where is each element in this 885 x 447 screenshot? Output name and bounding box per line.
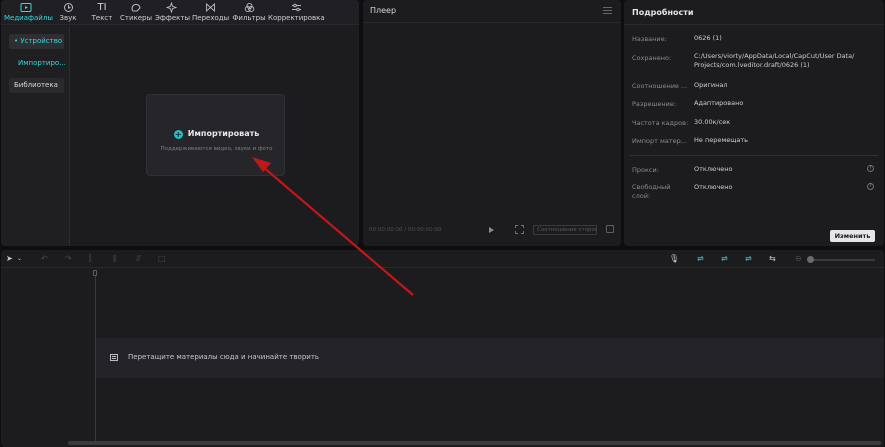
effects-icon <box>166 2 177 13</box>
detail-label: Свободный слой: <box>632 183 671 200</box>
detail-value-path: C:/Users/viorty/AppData/Local/CapCut/Use… <box>694 52 855 69</box>
detail-value-resolution: Адаптировано <box>694 99 744 107</box>
import-title: Импортировать <box>187 129 260 138</box>
player-title: Плеер <box>370 6 397 15</box>
timeline-panel: ➤ ⌄ ↶ ↷ ⫿ ⫼ ⫻ □ 🎙 ⇌ ⇌ ⇌ ⇆ ⊖ Перетащите м… <box>1 250 884 447</box>
divider <box>624 24 884 25</box>
tab-filters[interactable]: Фильтры <box>232 2 266 24</box>
detail-value-free-layer: Отключено <box>694 183 733 191</box>
detail-label: Название: <box>632 35 667 43</box>
menu-icon[interactable] <box>603 7 612 14</box>
media-panel: Медиафайлы Звук TI Текст Стикеры Эффекты… <box>1 0 359 246</box>
info-icon[interactable]: ? <box>867 165 874 172</box>
detail-value-framerate: 30.00к/сек <box>694 118 731 126</box>
divider <box>363 22 621 23</box>
text-icon: TI <box>97 2 107 13</box>
detail-label: Сохранено: <box>632 54 672 62</box>
tab-text[interactable]: TI Текст <box>90 2 114 24</box>
import-subtitle: Поддерживаются видео, звуки и фото <box>160 146 273 152</box>
zoom-handle[interactable] <box>807 256 814 263</box>
tab-stickers[interactable]: Стикеры <box>120 2 152 24</box>
link-icon[interactable]: ⇌ <box>745 255 752 263</box>
media-sidebar: • Устройство Импортиро... Библиотека <box>1 26 70 246</box>
transitions-icon <box>205 3 215 12</box>
player-panel: Плеер 00:00:00:00 / 00:00:00:00 Соотноше… <box>363 0 621 246</box>
edit-button[interactable]: Изменить <box>830 230 875 242</box>
media-icon <box>20 3 32 12</box>
sidebar-item-library[interactable]: Библиотека <box>9 78 64 93</box>
play-icon[interactable] <box>489 227 494 233</box>
detail-label: Прокси: <box>632 166 659 174</box>
detail-value-import: Не перемещать <box>694 136 748 144</box>
tab-transitions[interactable]: Переходы <box>192 2 229 24</box>
filters-icon <box>244 2 254 13</box>
details-title: Подробности <box>632 8 694 17</box>
microphone-icon[interactable]: 🎙 <box>669 255 679 263</box>
sidebar-item-device[interactable]: • Устройство <box>9 34 64 49</box>
audio-icon <box>63 3 73 12</box>
adjust-icon <box>291 3 301 12</box>
drop-hint: Перетащите материалы сюда и начинайте тв… <box>128 353 320 361</box>
tab-audio[interactable]: Звук <box>56 2 80 24</box>
link-main-track-icon[interactable]: ⇌ <box>697 255 704 263</box>
zoom-slider[interactable] <box>812 259 875 261</box>
detail-value-name: 0626 (1) <box>694 34 722 42</box>
detail-value-ratio: Оригинал <box>694 81 728 89</box>
horizontal-scrollbar[interactable] <box>68 441 881 445</box>
aspect-ratio-button[interactable]: Соотношение сторон <box>533 225 597 235</box>
detail-label: Частота кадров: <box>632 119 689 127</box>
main-track-drop-zone[interactable]: Перетащите материалы сюда и начинайте тв… <box>96 338 884 378</box>
split-right-icon[interactable]: ⫻ <box>136 255 141 263</box>
fullscreen-icon[interactable] <box>606 225 614 233</box>
divider <box>630 155 878 156</box>
sidebar-item-imported[interactable]: Импортиро... <box>9 56 66 71</box>
detail-value-proxy: Отключено <box>694 165 733 173</box>
split-left-icon[interactable]: ⫼ <box>113 255 117 263</box>
redo-icon[interactable]: ↷ <box>65 255 72 263</box>
details-panel: Подробности Название: 0626 (1) Сохранено… <box>624 0 884 246</box>
zoom-out-icon[interactable]: ⊖ <box>795 255 802 263</box>
detail-label: Импорт матер... <box>632 137 687 145</box>
timeline-toolbar: ➤ ⌄ ↶ ↷ ⫿ ⫼ ⫻ □ 🎙 ⇌ ⇌ ⇌ ⇆ ⊖ <box>1 250 884 268</box>
sticker-icon <box>131 3 141 12</box>
magnet-icon[interactable]: ⇌ <box>721 255 728 263</box>
film-icon <box>110 354 118 361</box>
detail-label: Разрешение: <box>632 100 677 108</box>
cursor-icon[interactable]: ➤ <box>6 255 13 263</box>
info-icon[interactable]: ? <box>867 183 874 190</box>
media-toolbar: Медиафайлы Звук TI Текст Стикеры Эффекты… <box>1 0 359 25</box>
chevron-down-icon[interactable]: ⌄ <box>17 255 22 263</box>
tab-effects[interactable]: Эффекты <box>155 2 190 24</box>
detail-label: Соотношение ... <box>632 82 688 90</box>
timecode: 00:00:00:00 / 00:00:00:00 <box>369 227 442 233</box>
tab-media[interactable]: Медиафайлы <box>4 2 53 24</box>
delete-icon[interactable]: □ <box>158 255 166 263</box>
undo-icon[interactable]: ↶ <box>41 255 48 263</box>
plus-icon: + <box>173 130 183 139</box>
preview-axis-icon[interactable]: ⇆ <box>769 255 776 263</box>
tab-adjust[interactable]: Корректировка <box>268 2 325 24</box>
import-button[interactable]: + Импортировать Поддерживаются видео, зву… <box>146 94 285 176</box>
split-icon[interactable]: ⫿ <box>89 255 92 263</box>
focus-icon[interactable] <box>515 225 524 234</box>
